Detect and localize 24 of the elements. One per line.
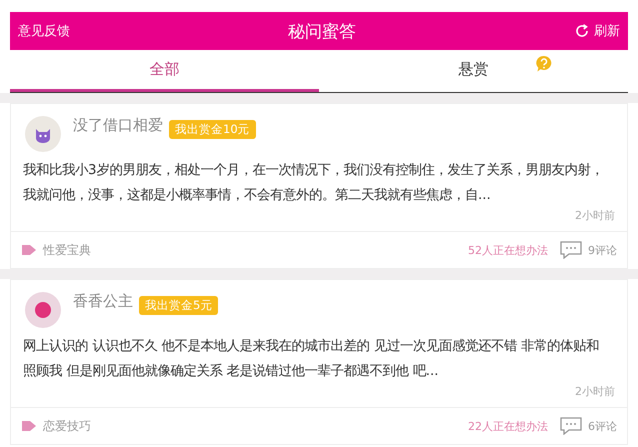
category-tag[interactable]: 恋爱技巧: [43, 418, 462, 434]
thinking-count: 22人正在想办法: [468, 418, 548, 434]
comment-count[interactable]: 6评论: [588, 418, 617, 434]
comment-icon: [560, 417, 582, 435]
help-bubble-icon: [535, 55, 553, 73]
category-tag[interactable]: 性爱宝典: [43, 242, 462, 258]
tab[interactable]: 悬赏: [319, 50, 628, 92]
app-title: 秘问蜜答: [288, 20, 356, 42]
reward-badge: 我出赏金10元: [169, 120, 256, 139]
feedback-button[interactable]: 意见反馈: [18, 22, 70, 40]
post-time: 2小时前: [575, 384, 615, 399]
post-text: 我和比我小3岁的男朋友，相处一个月，在一次情况下，我们没有控制住，发生了关系，男朋友内射，我就问他，没事，这都是小概率事情，不会有意外的。第二天我就有些焦虑，自...: [23, 162, 605, 205]
comment-count[interactable]: 9评论: [588, 242, 617, 258]
user-name: 没了借口相爱: [73, 116, 163, 135]
post-text: 网上认识的 认识也不久 他不是本地人是来我在的城市出差的 见过一次见面感觉还不错 非常的体贴和照顾我 但是刚见面他就像确定关系 老是说错过他一辈子都遇不到他 吧...: [23, 338, 600, 381]
reward-badge: 我出赏金5元: [139, 296, 218, 315]
post-time: 2小时前: [575, 208, 615, 223]
refresh-button[interactable]: 刷新: [574, 22, 620, 40]
user-name: 香香公主: [73, 292, 133, 311]
comment-icon: [560, 241, 582, 259]
tag-icon: [21, 243, 37, 257]
thinking-count: 52人正在想办法: [468, 242, 548, 258]
tag-icon: [21, 419, 37, 433]
refresh-icon: [574, 23, 590, 39]
